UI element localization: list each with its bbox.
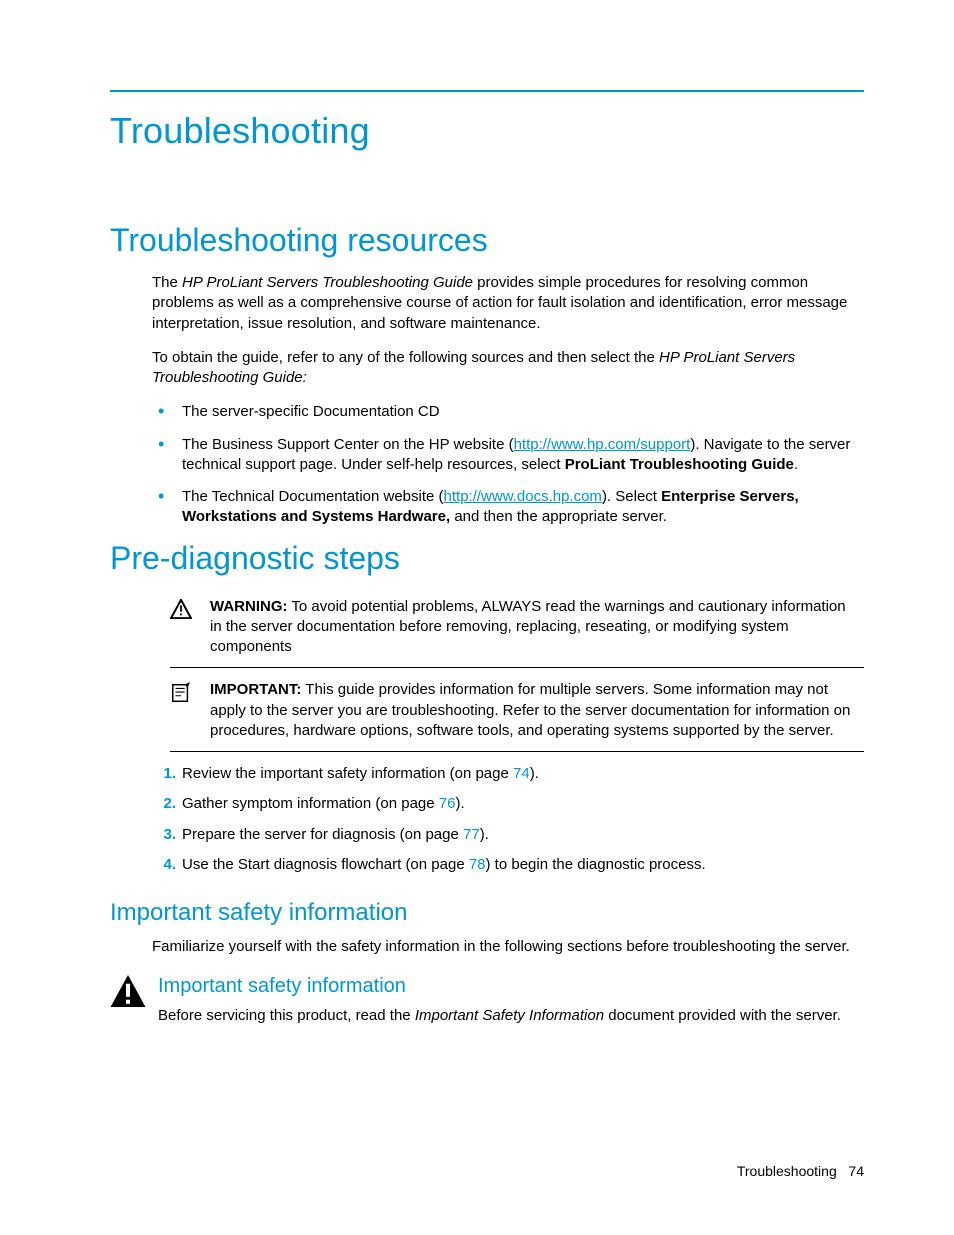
section-heading-resources: Troubleshooting resources — [110, 222, 864, 259]
page-ref-link[interactable]: 74 — [513, 765, 530, 782]
text: ). — [455, 795, 464, 812]
text: ) to begin the diagnostic process. — [486, 856, 706, 873]
text: and then the appropriate server. — [450, 508, 667, 525]
warning-text: To avoid potential problems, ALWAYS read… — [210, 598, 846, 656]
footer-page-number: 74 — [848, 1163, 864, 1179]
text: Use the Start diagnosis flowchart (on pa… — [182, 856, 469, 873]
page-ref-link[interactable]: 78 — [469, 856, 486, 873]
text: document provided with the server. — [604, 1007, 841, 1024]
list-item: The Technical Documentation website (htt… — [152, 487, 864, 528]
text: The server-specific Documentation CD — [182, 403, 440, 420]
list-item: Review the important safety information … — [152, 764, 864, 784]
text: ). — [480, 826, 489, 843]
warning-solid-triangle-icon — [110, 975, 152, 1012]
list-item: Use the Start diagnosis flowchart (on pa… — [152, 855, 864, 875]
list-item: The server-specific Documentation CD — [152, 402, 864, 422]
text-bold: ProLiant Troubleshooting Guide — [565, 456, 794, 473]
warning-triangle-icon — [170, 597, 210, 658]
safety-paragraph-1: Familiarize yourself with the safety inf… — [152, 937, 864, 957]
text-italic: HP ProLiant Servers Troubleshooting Guid… — [182, 274, 473, 291]
prediag-steps-list: Review the important safety information … — [152, 764, 864, 875]
text: The Technical Documentation website ( — [182, 488, 444, 505]
list-item: Prepare the server for diagnosis (on pag… — [152, 825, 864, 845]
text: ). — [530, 765, 539, 782]
important-label: IMPORTANT: — [210, 681, 301, 698]
text: Before servicing this product, read the — [158, 1007, 415, 1024]
important-text: This guide provides information for mult… — [210, 681, 850, 739]
text: Prepare the server for diagnosis (on pag… — [182, 826, 463, 843]
page-ref-link[interactable]: 76 — [439, 795, 456, 812]
warning-body: WARNING: To avoid potential problems, AL… — [210, 597, 864, 658]
link-hp-docs[interactable]: http://www.docs.hp.com — [444, 488, 602, 505]
safety-sub-paragraph: Before servicing this product, read the … — [158, 1006, 864, 1026]
text: ). Select — [602, 488, 661, 505]
resources-bullet-list: The server-specific Documentation CD The… — [152, 402, 864, 527]
text: To obtain the guide, refer to any of the… — [152, 349, 659, 366]
subsection-heading-safety-sub: Important safety information — [158, 975, 864, 998]
resources-paragraph-2: To obtain the guide, refer to any of the… — [152, 348, 864, 389]
text: Review the important safety information … — [182, 765, 513, 782]
text: The Business Support Center on the HP we… — [182, 436, 514, 453]
page-ref-link[interactable]: 77 — [463, 826, 480, 843]
text: Gather symptom information (on page — [182, 795, 439, 812]
text: . — [794, 456, 798, 473]
note-icon — [170, 680, 210, 741]
important-body: IMPORTANT: This guide provides informati… — [210, 680, 864, 741]
page-title: Troubleshooting — [110, 110, 864, 152]
page-content: Troubleshooting Troubleshooting resource… — [0, 0, 954, 1027]
text-italic: Important Safety Information — [415, 1007, 604, 1024]
list-item: Gather symptom information (on page 76). — [152, 794, 864, 814]
text: The — [152, 274, 182, 291]
list-item: The Business Support Center on the HP we… — [152, 435, 864, 476]
important-callout: IMPORTANT: This guide provides informati… — [170, 674, 864, 752]
warning-label: WARNING: — [210, 598, 288, 615]
page-footer: Troubleshooting 74 — [737, 1163, 864, 1179]
section-heading-safety: Important safety information — [110, 899, 864, 927]
top-rule — [110, 90, 864, 92]
section-heading-prediag: Pre-diagnostic steps — [110, 540, 864, 577]
footer-section: Troubleshooting — [737, 1163, 837, 1179]
safety-subsection-row: Important safety information Before serv… — [110, 975, 864, 1026]
warning-callout: WARNING: To avoid potential problems, AL… — [170, 591, 864, 669]
safety-sub-content: Important safety information Before serv… — [152, 975, 864, 1026]
resources-paragraph-1: The HP ProLiant Servers Troubleshooting … — [152, 273, 864, 334]
link-hp-support[interactable]: http://www.hp.com/support — [514, 436, 691, 453]
